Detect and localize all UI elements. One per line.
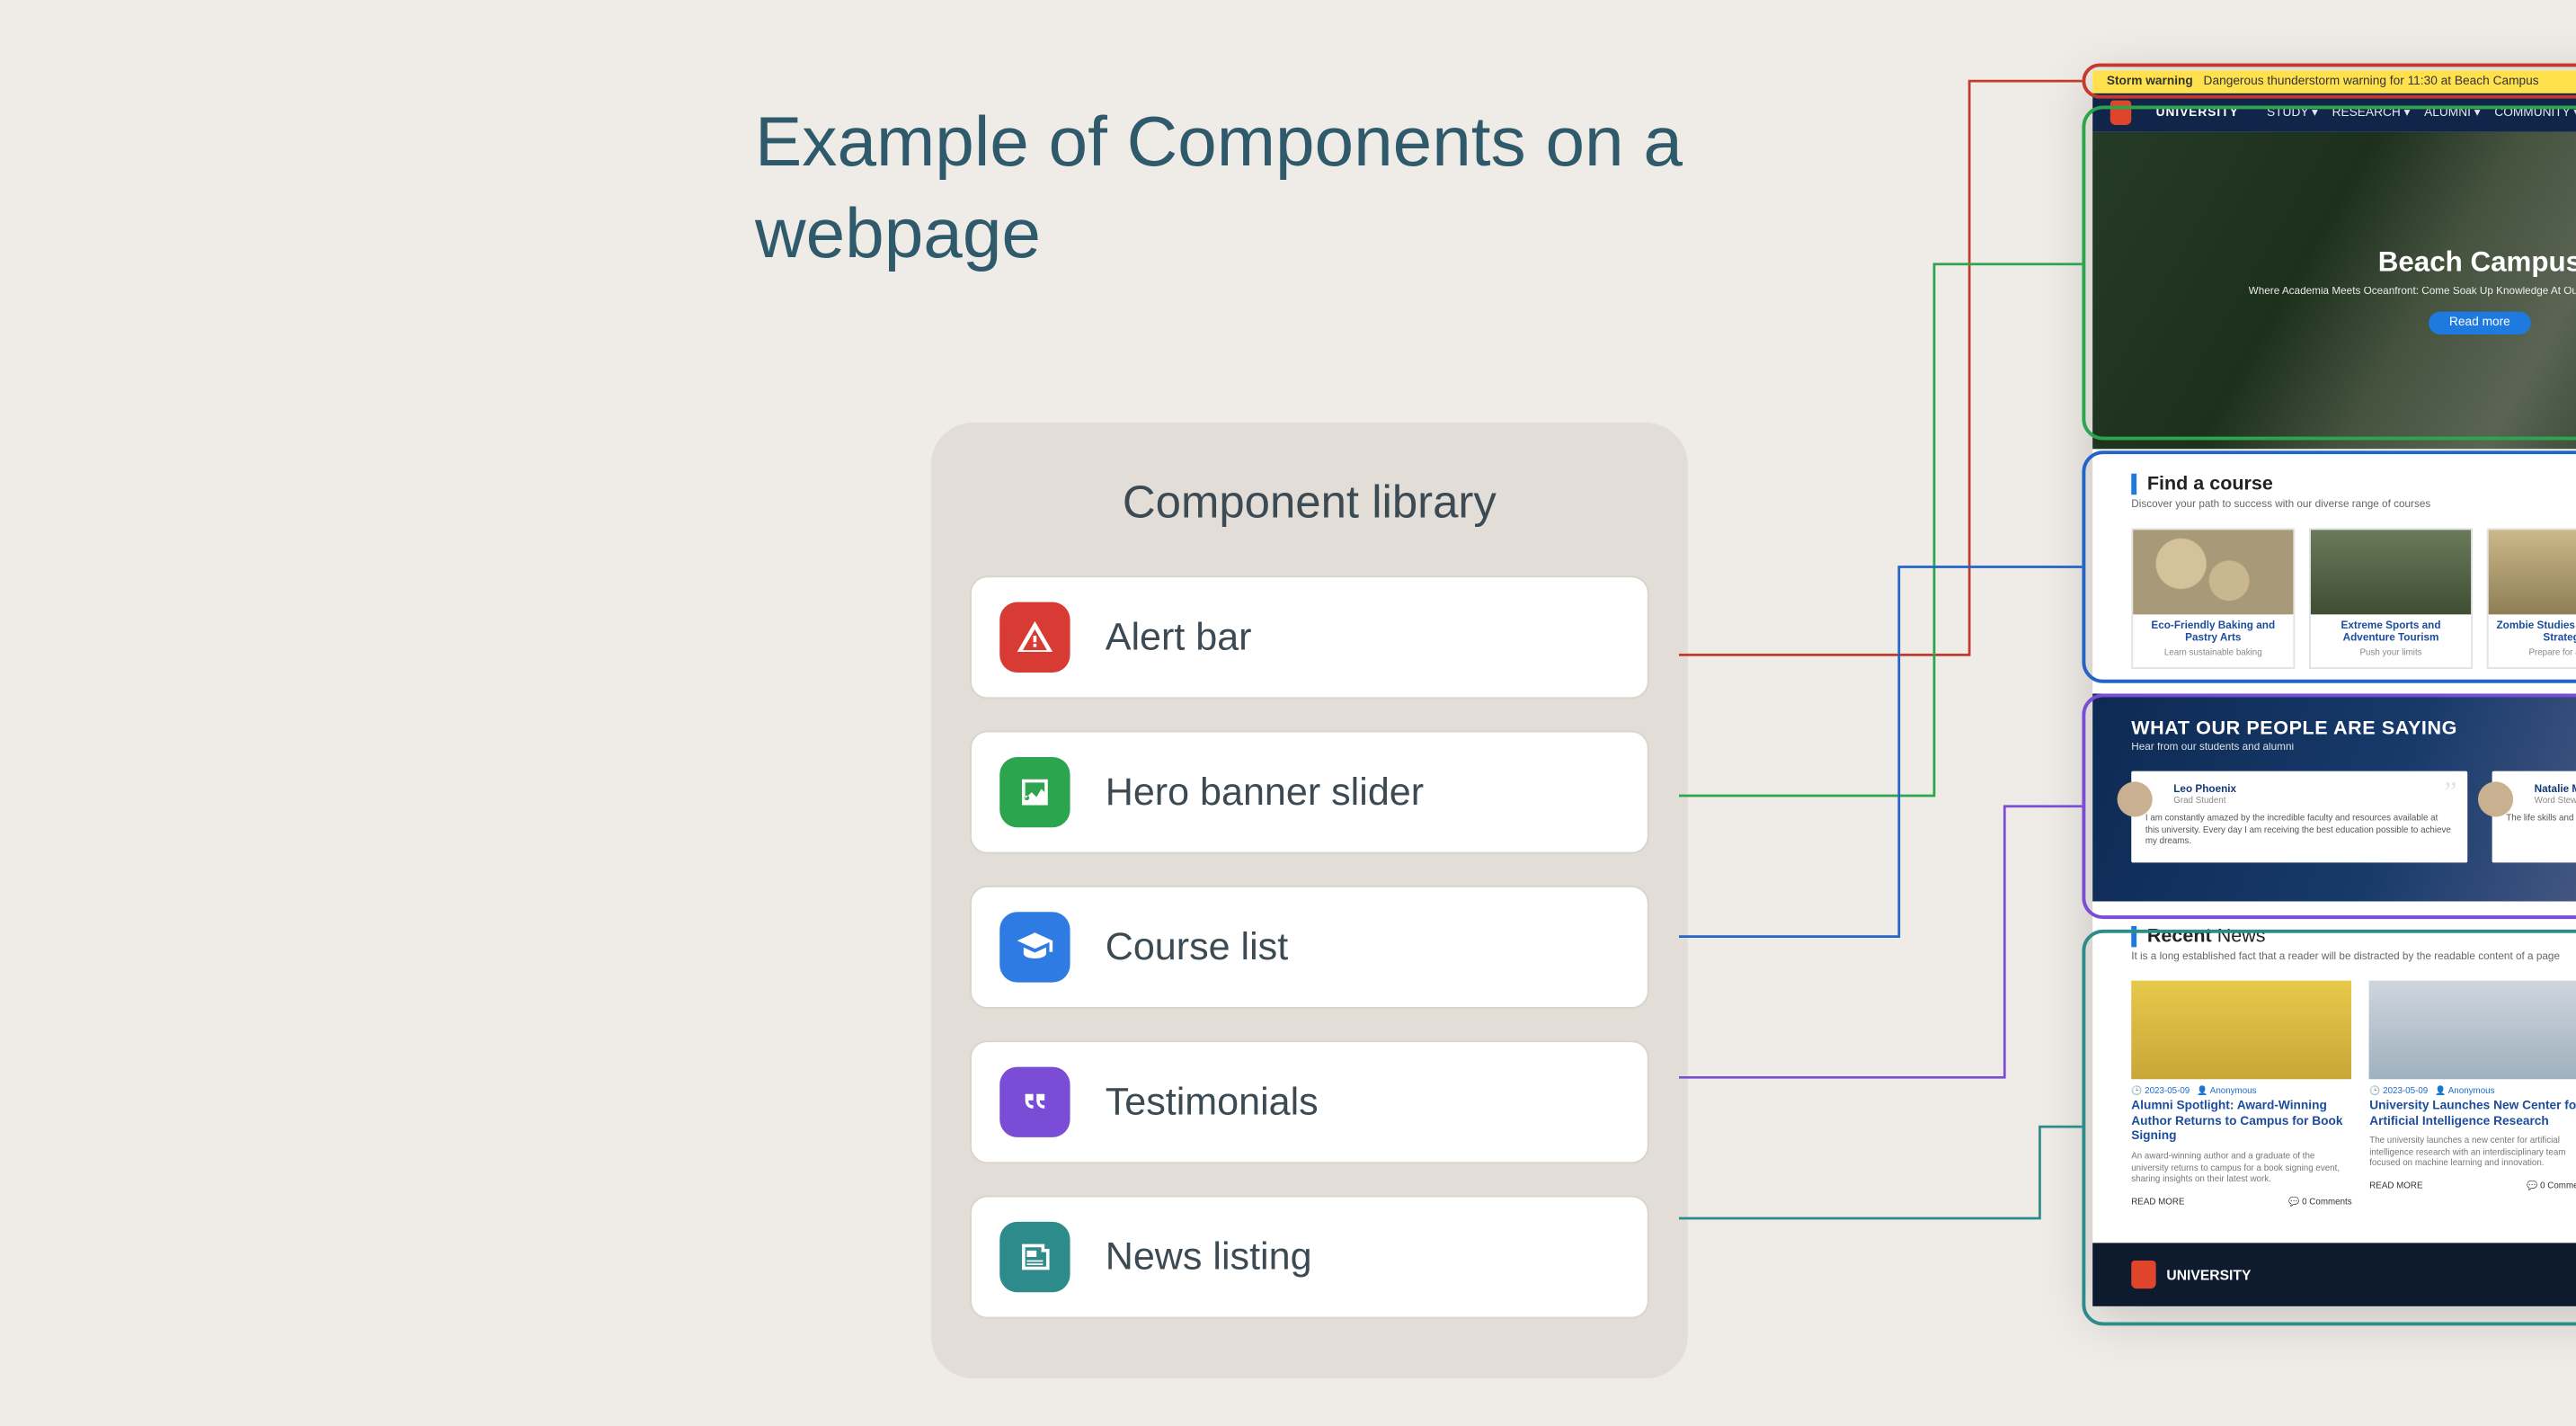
component-course-list[interactable]: Course list <box>970 886 1649 1009</box>
avatar <box>2118 782 2153 817</box>
image-icon <box>999 757 1070 827</box>
preview-testimonials: WHAT OUR PEOPLE ARE SAYING Hear from our… <box>2092 694 2576 901</box>
graduation-cap-icon <box>999 912 1070 982</box>
avatar <box>2478 782 2513 817</box>
preview-course-list: Find a course ‹› Discover your path to s… <box>2092 449 2576 694</box>
course-card[interactable]: Eco-Friendly Baking and Pastry ArtsLearn… <box>2131 528 2295 669</box>
component-news-listing[interactable]: News listing <box>970 1195 1649 1318</box>
shield-icon <box>2110 101 2131 125</box>
component-hero-banner-slider[interactable]: Hero banner slider <box>970 731 1649 854</box>
component-testimonials[interactable]: Testimonials <box>970 1040 1649 1163</box>
quote-icon <box>999 1067 1070 1137</box>
alert-icon <box>999 602 1070 673</box>
preview-hero: Beach Campus Where Academia Meets Oceanf… <box>2092 132 2576 449</box>
shield-icon <box>2131 1261 2155 1288</box>
component-label: Alert bar <box>1106 614 1252 660</box>
course-card[interactable]: Zombie Studies and Survival StrategiesPr… <box>2487 528 2576 669</box>
testimonial-card: ” Leo Phoenix Grad Student I am constant… <box>2131 771 2467 862</box>
component-alert-bar[interactable]: Alert bar <box>970 575 1649 699</box>
preview-navbar: UNIVERSITY STUDY ▾ RESEARCH ▾ ALUMNI ▾ C… <box>2092 94 2576 132</box>
preview-footer: UNIVERSITY Donate <box>2092 1243 2576 1306</box>
preview-alert-bar: Storm warningDangerous thunderstorm warn… <box>2092 70 2576 93</box>
component-label: Testimonials <box>1106 1079 1319 1125</box>
component-label: News listing <box>1106 1234 1312 1280</box>
component-label: Course list <box>1106 924 1288 970</box>
news-icon <box>999 1222 1070 1292</box>
preview-news-listing: Recent News ‹› It is a long established … <box>2092 901 2576 1243</box>
course-card[interactable]: Extreme Sports and Adventure TourismPush… <box>2309 528 2473 669</box>
nav-links: STUDY ▾ RESEARCH ▾ ALUMNI ▾ COMMUNITY ▾ … <box>2267 105 2576 120</box>
component-label: Hero banner slider <box>1106 770 1424 815</box>
news-card[interactable]: 🕒 2023-05-09 👤 Anonymous Alumni Spotligh… <box>2131 980 2351 1218</box>
panel-title: Component library <box>970 476 1649 530</box>
testimonial-card: ” Natalie McGeach Word Steward The life … <box>2492 771 2576 862</box>
news-card[interactable]: 🕒 2023-05-09 👤 Anonymous University Laun… <box>2369 980 2576 1218</box>
component-library-panel: Component library Alert bar Hero banner … <box>931 423 1688 1378</box>
webpage-preview: Storm warningDangerous thunderstorm warn… <box>2092 70 2576 1306</box>
nav-brand: UNIVERSITY <box>2156 106 2239 119</box>
hero-cta-button[interactable]: Read more <box>2429 311 2532 334</box>
page-title: Example of Components on a webpage <box>755 97 1740 281</box>
